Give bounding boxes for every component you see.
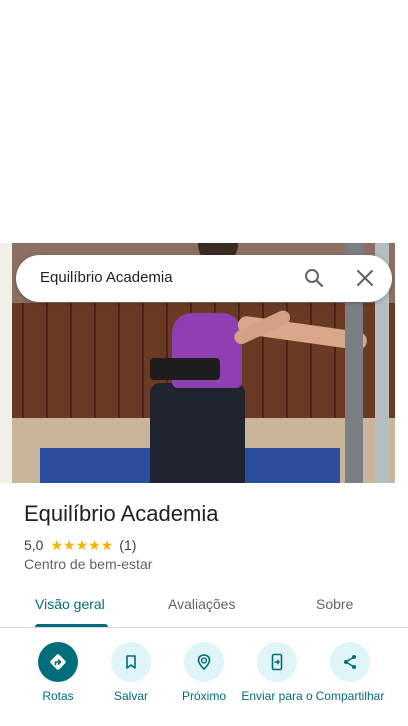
search-query[interactable]: Equilíbrio Academia bbox=[40, 269, 173, 286]
send-to-phone-button[interactable]: Enviar para o bbox=[239, 642, 315, 703]
tab-bar: Visão geral Avaliações Sobre bbox=[0, 586, 408, 628]
rating-row[interactable]: 5,0 ★ ★ ★ ★ ★ (1) bbox=[24, 536, 136, 554]
save-label: Salvar bbox=[113, 689, 148, 703]
share-button[interactable]: Compartilhar bbox=[312, 642, 388, 703]
nearby-icon[interactable] bbox=[184, 642, 224, 682]
place-category: Centro de bem-estar bbox=[24, 556, 153, 572]
star-icon: ★ bbox=[100, 537, 114, 553]
search-icon[interactable] bbox=[302, 266, 326, 290]
star-icon: ★ bbox=[88, 537, 101, 553]
tab-about[interactable]: Sobre bbox=[316, 596, 353, 612]
tab-reviews[interactable]: Avaliações bbox=[168, 596, 235, 612]
save-button[interactable]: Salvar bbox=[93, 642, 169, 703]
star-icon: ★ bbox=[63, 537, 76, 553]
tab-overview[interactable]: Visão geral bbox=[35, 596, 105, 612]
send-to-phone-icon[interactable] bbox=[257, 642, 297, 682]
photo-left-edge bbox=[0, 243, 12, 483]
search-bar[interactable]: Equilíbrio Academia bbox=[16, 255, 392, 302]
nearby-label: Próximo bbox=[181, 689, 226, 703]
photo-person-belt bbox=[150, 358, 220, 380]
star-icon: ★ bbox=[75, 537, 89, 553]
send-to-phone-label: Enviar para o bbox=[241, 689, 313, 703]
share-icon[interactable] bbox=[330, 642, 370, 682]
share-label: Compartilhar bbox=[315, 689, 385, 703]
star-icon: ★ bbox=[50, 537, 64, 553]
bookmark-icon[interactable] bbox=[111, 642, 151, 682]
close-icon[interactable] bbox=[353, 266, 377, 290]
directions-icon[interactable] bbox=[38, 642, 78, 682]
nearby-button[interactable]: Próximo bbox=[166, 642, 242, 703]
tab-indicator bbox=[35, 624, 108, 627]
place-title: Equilíbrio Academia bbox=[24, 501, 219, 526]
directions-button[interactable]: Rotas bbox=[20, 642, 96, 703]
photo-person-legs bbox=[150, 383, 245, 483]
rating-value: 5,0 bbox=[24, 537, 44, 553]
map-blank-area bbox=[0, 0, 408, 243]
rating-stars: ★ ★ ★ ★ ★ bbox=[50, 538, 113, 552]
directions-label: Rotas bbox=[42, 689, 74, 703]
photo-right-edge bbox=[395, 243, 408, 483]
review-count: (1) bbox=[119, 537, 137, 553]
